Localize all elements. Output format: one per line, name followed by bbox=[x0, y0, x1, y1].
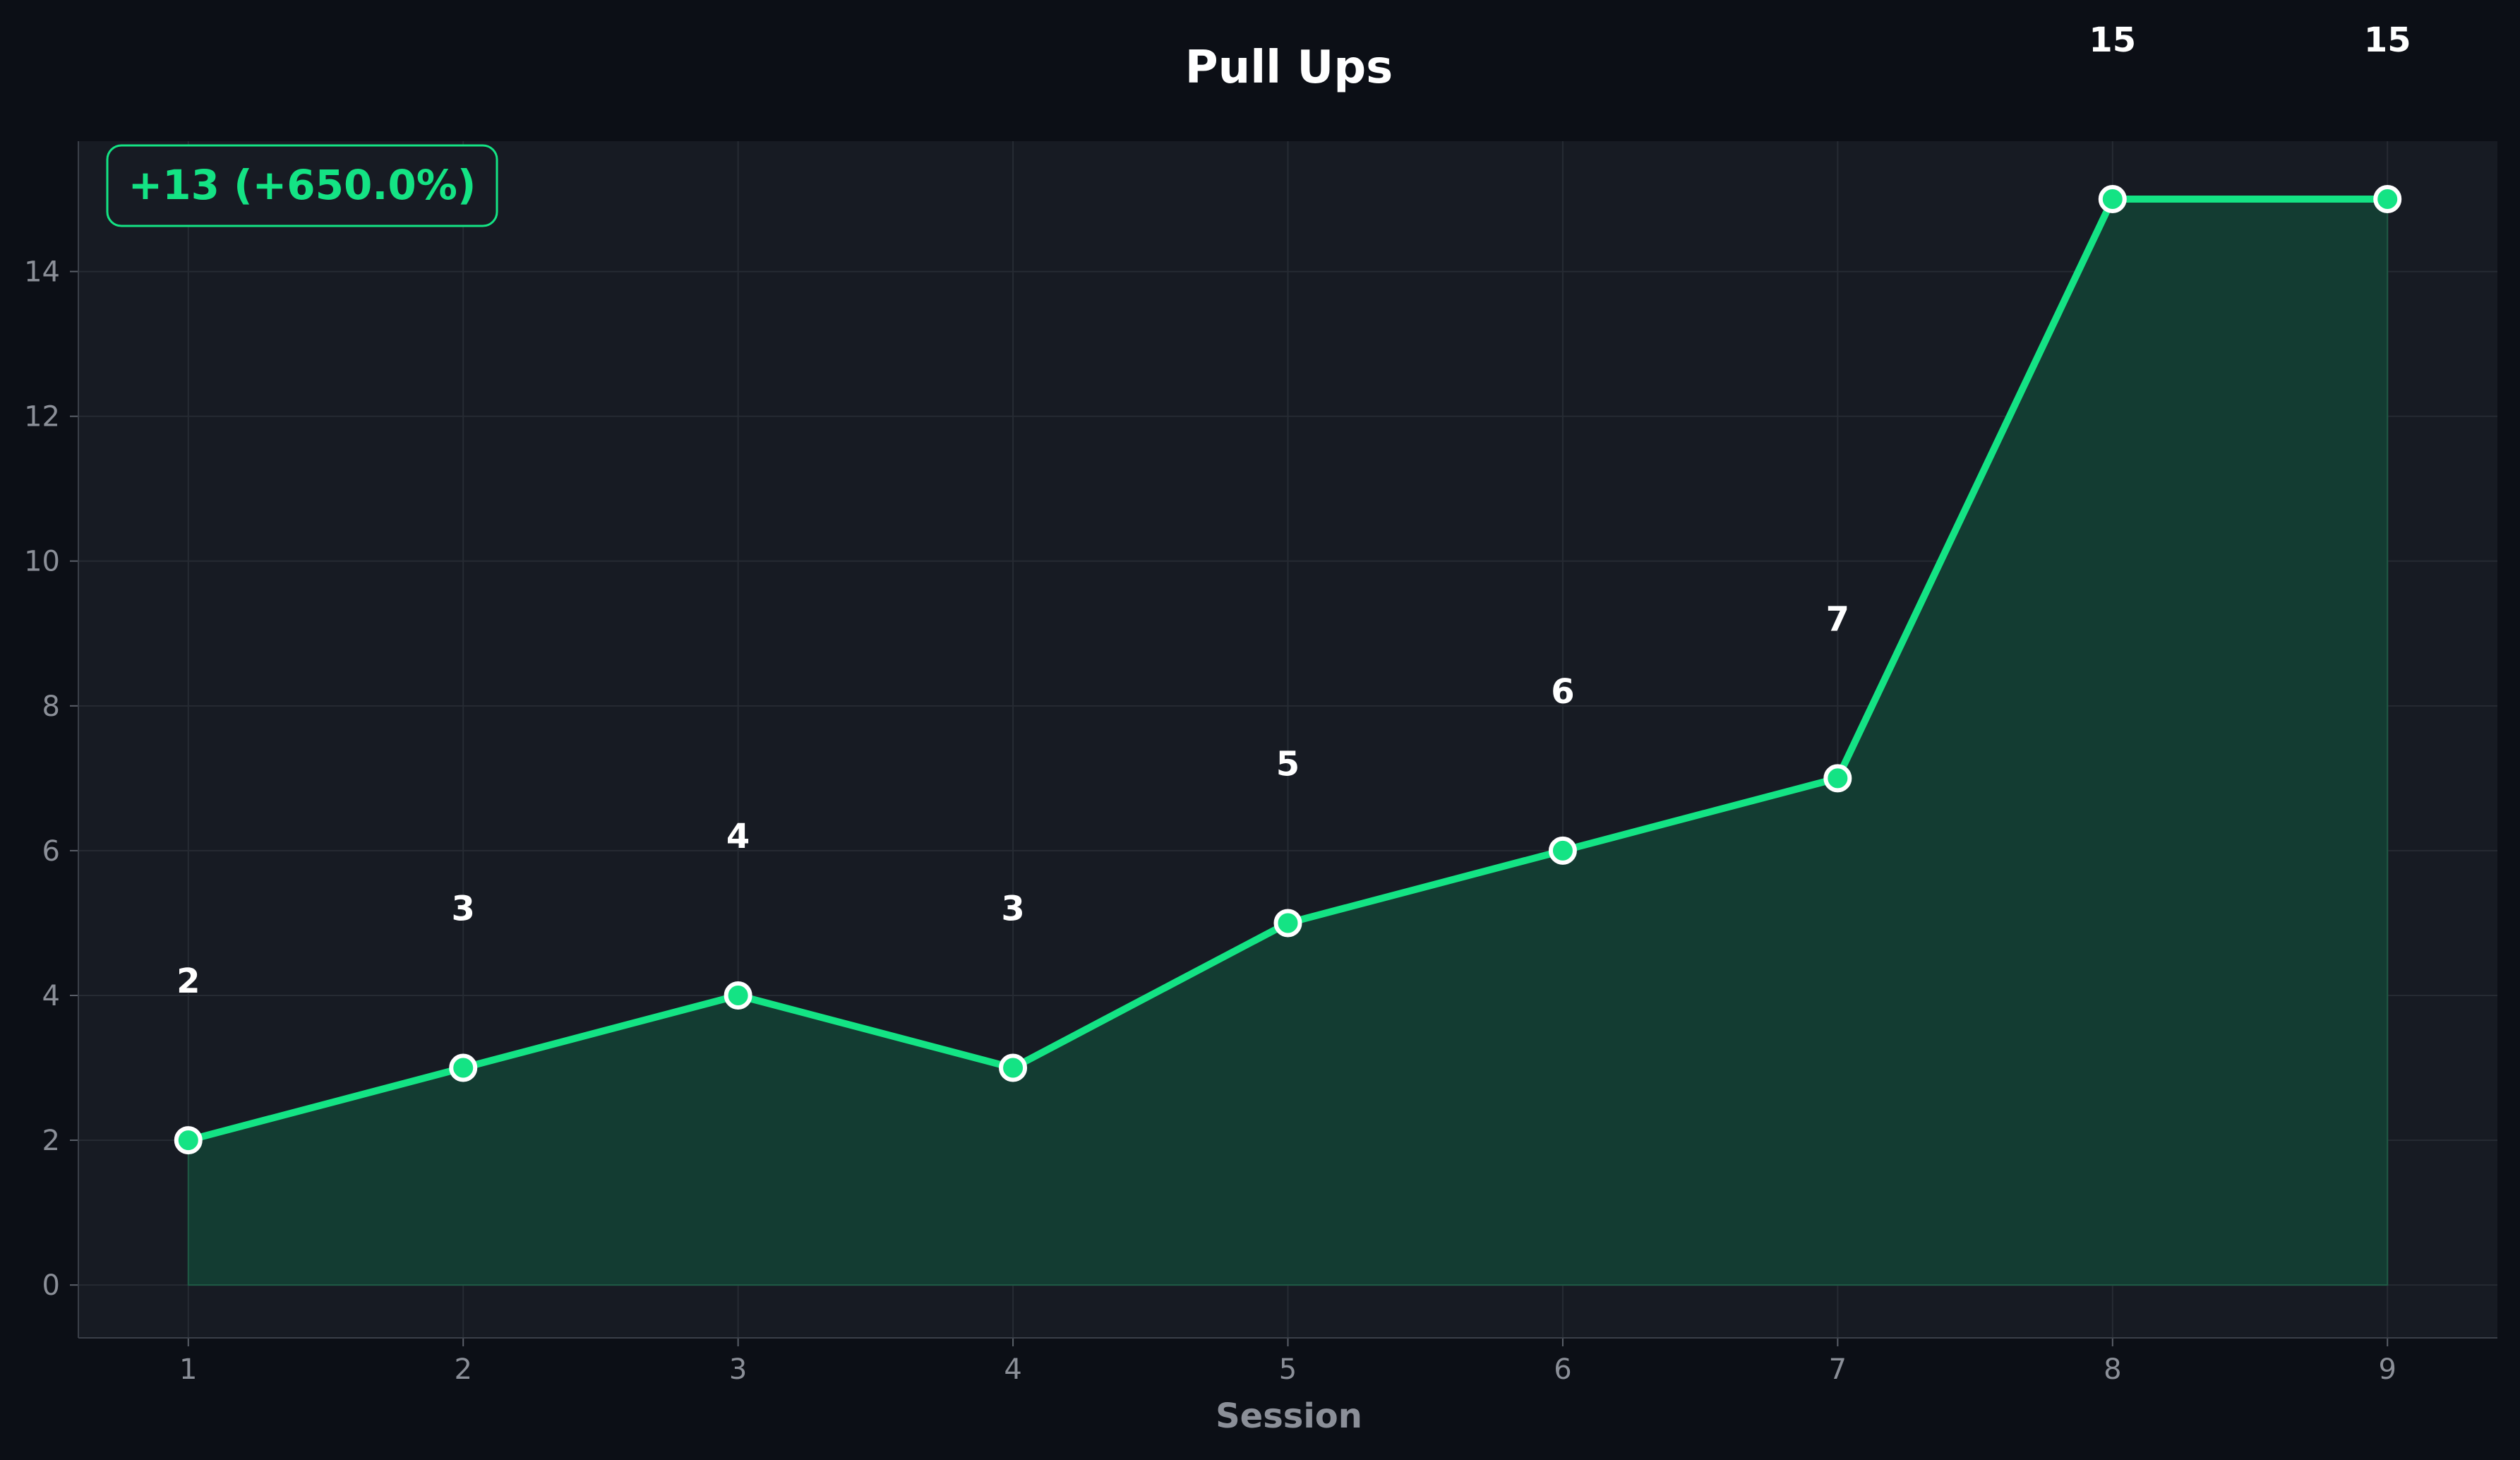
y-tick-label: 12 bbox=[24, 401, 60, 433]
x-tick-label: 5 bbox=[1279, 1353, 1297, 1386]
data-label: 15 bbox=[2364, 20, 2411, 60]
y-tick-label: 14 bbox=[24, 256, 60, 289]
data-point bbox=[449, 1053, 478, 1082]
y-tick-label: 4 bbox=[42, 980, 60, 1012]
data-point bbox=[724, 981, 752, 1010]
chart-title: Pull Ups bbox=[1185, 42, 1393, 94]
y-tick-label: 10 bbox=[24, 546, 60, 578]
data-label: 15 bbox=[2089, 20, 2136, 60]
y-tick-label: 2 bbox=[42, 1125, 60, 1157]
x-tick-label: 2 bbox=[454, 1353, 472, 1386]
y-tick-label: 0 bbox=[42, 1269, 60, 1302]
line-chart: 234356715 15 1 2 3 4 5 6 7 8 902468101214 Pull Up… bbox=[0, 0, 2520, 1456]
data-point bbox=[999, 1053, 1028, 1082]
data-point bbox=[2373, 185, 2402, 214]
change-badge-text: +13 (+650.0%) bbox=[128, 161, 476, 209]
x-tick-label: 3 bbox=[729, 1353, 747, 1386]
data-point bbox=[174, 1126, 203, 1155]
chart-container: 2 3 4 3 5 6 7 15 15 1 2 3 4 5 6 7 8 9 0 2 4 6 8 10 12 14 Pull Up… bbox=[0, 0, 2520, 1456]
y-tick-label: 6 bbox=[42, 835, 60, 868]
data-label: 3 bbox=[1001, 889, 1024, 928]
y-tick-label: 8 bbox=[42, 690, 60, 723]
change-badge: +13 (+650.0%) bbox=[106, 144, 498, 227]
x-axis-label: Session bbox=[1216, 1396, 1362, 1436]
x-tick-label: 9 bbox=[2379, 1353, 2396, 1386]
data-label: 4 bbox=[726, 817, 750, 856]
data-point bbox=[1548, 836, 1577, 865]
data-label: 5 bbox=[1276, 744, 1300, 784]
data-point bbox=[2098, 185, 2127, 214]
data-label: 3 bbox=[452, 889, 475, 928]
data-label: 7 bbox=[1826, 599, 1849, 639]
x-tick-label: 8 bbox=[2104, 1353, 2121, 1386]
data-label: 6 bbox=[1551, 672, 1574, 712]
x-tick-label: 1 bbox=[179, 1353, 197, 1386]
x-tick-label: 6 bbox=[1554, 1353, 1571, 1386]
x-tick-label: 7 bbox=[1829, 1353, 1847, 1386]
data-point bbox=[1823, 764, 1852, 793]
data-point bbox=[1273, 909, 1302, 938]
x-tick-label: 4 bbox=[1004, 1353, 1021, 1386]
data-label: 2 bbox=[176, 962, 200, 1001]
